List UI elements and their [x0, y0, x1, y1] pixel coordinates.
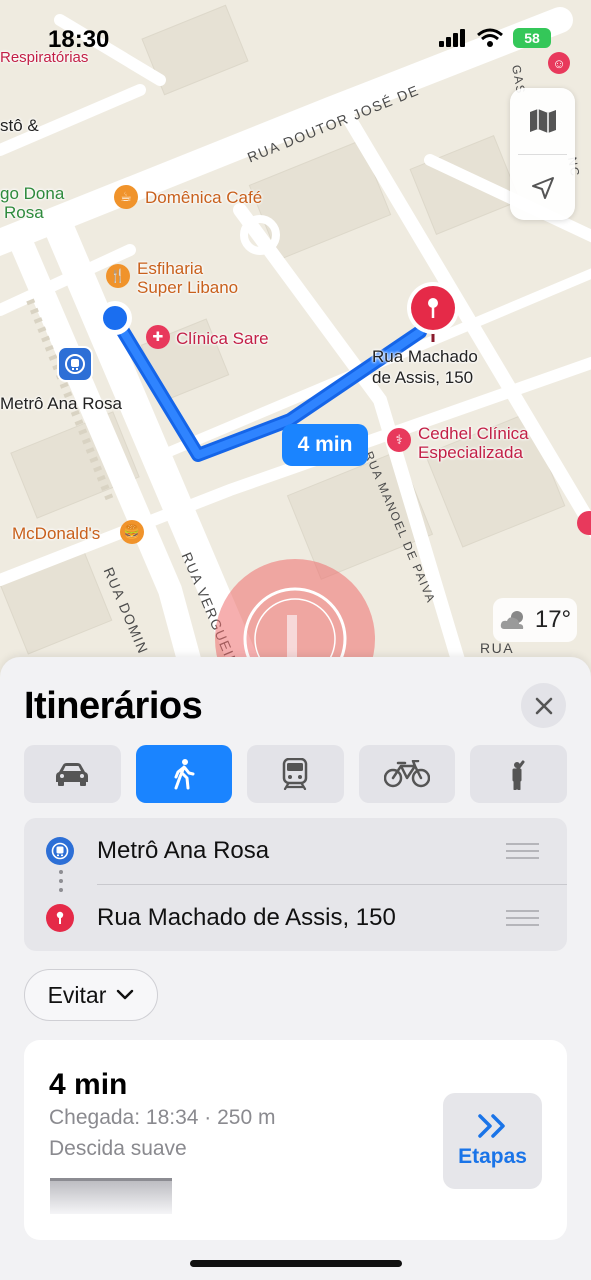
car-icon	[56, 763, 89, 786]
map-type-button[interactable]	[510, 88, 575, 154]
street-rua-top: RUA	[480, 640, 515, 656]
mode-walk-button[interactable]	[135, 745, 233, 803]
avoid-label: Evitar	[47, 981, 107, 1008]
close-icon	[535, 697, 552, 714]
weather-temperature: 17°	[534, 606, 572, 633]
route-description: Descida suave	[49, 1137, 187, 1160]
map-label-rosa: Rosa	[4, 203, 44, 222]
metro-origin-icon	[46, 837, 74, 865]
map-label-destination-2[interactable]: de Assis, 150	[372, 368, 473, 387]
route-endpoints: Metrô Ana Rosa Rua Machado de Assis, 150	[24, 818, 567, 951]
walk-icon	[174, 759, 195, 790]
map-label-esfiharia-2[interactable]: Super Libano	[137, 278, 238, 297]
drag-handle-icon[interactable]	[506, 838, 539, 864]
map-label-mcdonalds[interactable]: McDonald's	[12, 524, 100, 543]
route-destination-row[interactable]: Rua Machado de Assis, 150	[24, 885, 567, 951]
signal-icon	[439, 29, 465, 47]
double-chevron-right-icon	[477, 1114, 505, 1138]
drag-handle-icon[interactable]	[506, 905, 539, 931]
clinic-icon[interactable]: ✚	[146, 325, 170, 349]
map-label-jogo-dona: go Dona	[0, 184, 65, 203]
cafe-icon[interactable]: ☕	[114, 185, 138, 209]
restaurant-icon[interactable]: 🍴	[106, 264, 130, 288]
map-label-cedhel-1[interactable]: Cedhel Clínica	[418, 424, 529, 443]
train-icon	[283, 758, 308, 790]
home-indicator[interactable]	[190, 1260, 402, 1267]
map-label-destination-1[interactable]: Rua Machado	[372, 347, 478, 366]
battery-icon: 58	[513, 28, 551, 48]
elevation-profile	[50, 1178, 172, 1214]
steps-label: Etapas	[458, 1145, 527, 1168]
route-origin: Metrô Ana Rosa	[97, 837, 270, 864]
route-arrival: Chegada: 18:34 · 250 m	[49, 1106, 276, 1129]
route-duration: 4 min	[49, 1068, 128, 1101]
status-icons: 58	[439, 28, 551, 48]
mode-bike-button[interactable]	[358, 745, 456, 803]
route-result-card[interactable]: 4 min Chegada: 18:34 · 250 m Descida sua…	[24, 1040, 567, 1240]
route-destination: Rua Machado de Assis, 150	[97, 904, 396, 931]
map-label-metro[interactable]: Metrô Ana Rosa	[0, 394, 122, 413]
map-label-respiratorias: Respiratórias	[0, 49, 89, 66]
map-label-clinica-sare[interactable]: Clínica Sare	[176, 329, 269, 348]
stethoscope-icon[interactable]: ⚕	[387, 428, 411, 452]
bike-icon	[384, 760, 431, 788]
mode-car-button[interactable]	[24, 745, 121, 803]
avoid-button[interactable]: Evitar	[24, 969, 158, 1021]
person-hail-icon	[512, 760, 525, 790]
mode-transit-button[interactable]	[247, 745, 344, 803]
map-icon	[529, 109, 556, 133]
map-controls	[510, 88, 575, 220]
directions-sheet: Itinerários Metrô Ana Rosa Rua Machado d…	[0, 657, 591, 1280]
close-button[interactable]	[521, 683, 566, 728]
route-origin-row[interactable]: Metrô Ana Rosa	[24, 818, 567, 884]
theater-icon[interactable]: ☺	[548, 52, 570, 74]
steps-button[interactable]: Etapas	[443, 1093, 542, 1189]
fastfood-icon[interactable]: 🍔	[120, 520, 144, 544]
map-label-esfiharia-1[interactable]: Esfiharia	[137, 259, 203, 278]
location-arrow-icon	[531, 177, 554, 199]
locate-button[interactable]	[510, 155, 575, 221]
destination-pin-icon	[46, 904, 74, 932]
sheet-title: Itinerários	[24, 685, 203, 727]
metro-icon[interactable]	[57, 346, 93, 382]
transport-mode-selector	[24, 745, 567, 803]
weather-badge: 17°	[493, 598, 577, 642]
map-label-gosto: stô &	[0, 116, 39, 135]
mode-ride-button[interactable]	[470, 745, 567, 803]
cloud-icon	[500, 611, 524, 629]
eta-bubble[interactable]: 4 min	[282, 424, 368, 466]
wifi-icon	[477, 28, 503, 47]
map-label-cedhel-2[interactable]: Especializada	[418, 443, 523, 462]
map-label-domenica[interactable]: Domênica Café	[145, 188, 262, 207]
chevron-down-icon	[117, 989, 134, 1000]
